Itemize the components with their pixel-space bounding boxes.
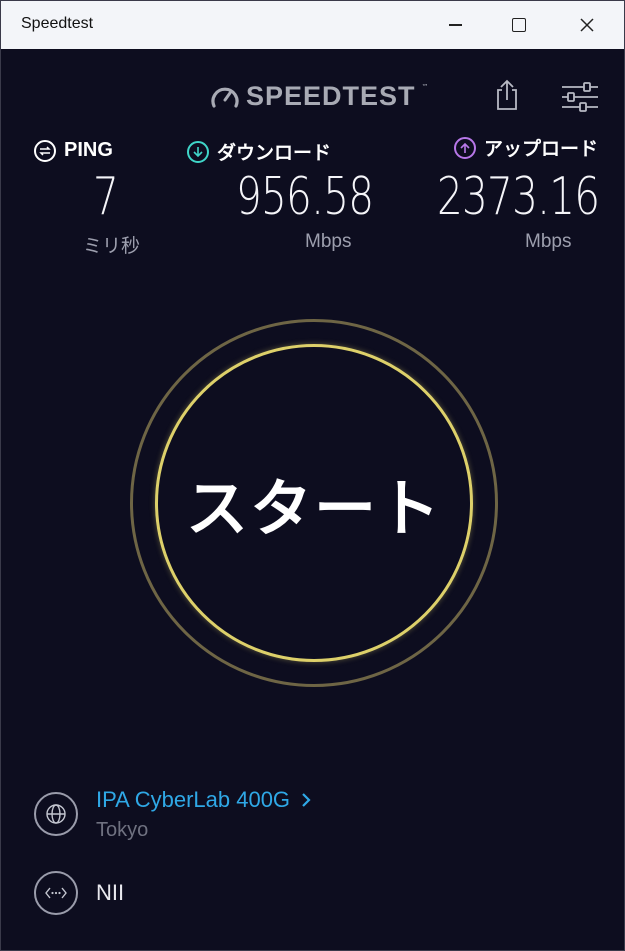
server-location: Tokyo [96, 819, 149, 841]
ping-icon [34, 139, 56, 162]
download-label: ダウンロード [217, 142, 332, 164]
chevron-right-icon [302, 793, 311, 807]
server-name: IPA CyberLab 400G [96, 787, 291, 812]
ping-header: PING [34, 139, 113, 162]
speedtest-logo: SPEEDTEST ™ [210, 81, 429, 112]
logo-text: SPEEDTEST [246, 81, 416, 111]
app-window: Speedtest SPEEDTEST ™ PING 7 ミリ秒 ダウンロード … [0, 0, 625, 951]
window-title: Speedtest [21, 15, 94, 32]
logo-trademark: ™ [421, 82, 429, 91]
maximize-icon [512, 18, 526, 32]
share-button[interactable] [489, 75, 525, 115]
title-bar: Speedtest [1, 1, 624, 49]
minimize-button[interactable] [432, 1, 478, 49]
gauge-icon [211, 87, 239, 108]
ping-label: PING [64, 139, 113, 161]
upload-unit: Mbps [525, 231, 572, 252]
ping-unit: ミリ秒 [83, 236, 141, 257]
start-button[interactable]: スタート [155, 344, 473, 662]
download-arrow-icon [187, 140, 209, 163]
download-unit: Mbps [305, 231, 352, 252]
server-globe-button[interactable] [34, 792, 78, 836]
upload-header: アップロード [454, 134, 598, 161]
close-button[interactable] [564, 1, 610, 49]
isp-name: NII [96, 880, 125, 905]
download-value: 956.58 [236, 167, 374, 227]
upload-arrow-icon [454, 136, 476, 159]
share-icon [497, 79, 517, 110]
start-label: スタート [185, 472, 442, 545]
download-header: ダウンロード [187, 138, 331, 165]
server-link[interactable]: IPA CyberLab 400G [96, 787, 312, 813]
isp-connection-icon-wrap [34, 871, 78, 915]
minimize-icon [448, 24, 462, 26]
sliders-icon [562, 82, 598, 112]
connection-icon [45, 887, 67, 899]
close-icon [580, 18, 594, 32]
maximize-button[interactable] [496, 1, 542, 49]
ping-value: 7 [93, 167, 119, 227]
upload-value: 2373.16 [437, 167, 600, 227]
settings-button[interactable] [557, 79, 603, 115]
upload-label: アップロード [484, 138, 599, 160]
globe-icon [46, 804, 66, 824]
